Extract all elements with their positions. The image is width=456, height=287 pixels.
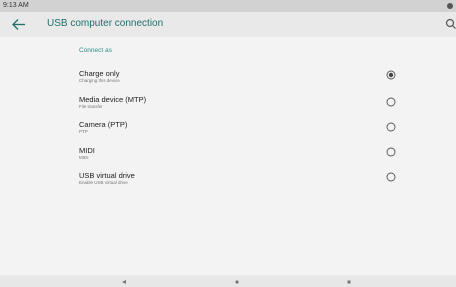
battery-icon — [447, 3, 453, 9]
option-charge-only[interactable]: Charge only Charging this device — [0, 67, 456, 91]
option-title: MIDI — [79, 146, 95, 155]
radio-unselected-icon[interactable] — [386, 147, 396, 157]
option-subtitle: Enable USB virtual drive — [79, 180, 128, 185]
option-midi[interactable]: MIDI MIDI — [0, 144, 456, 168]
status-bar: 9:13 AM — [0, 0, 456, 12]
radio-unselected-icon[interactable] — [386, 97, 396, 107]
screen: 9:13 AM USB computer connection Connect … — [0, 0, 456, 287]
option-title: Charge only — [79, 69, 120, 78]
arrow-left-icon — [12, 19, 25, 30]
radio-unselected-icon[interactable] — [386, 172, 396, 182]
home-circle-icon — [235, 280, 239, 284]
nav-recents-button[interactable] — [339, 275, 359, 287]
option-subtitle: File transfer — [79, 104, 103, 109]
status-time: 9:13 AM — [3, 2, 29, 9]
search-button[interactable] — [444, 17, 456, 31]
search-icon — [445, 18, 456, 29]
section-header: Connect as — [79, 47, 112, 54]
navigation-bar — [0, 275, 456, 287]
option-usb-virtual-drive[interactable]: USB virtual drive Enable USB virtual dri… — [0, 169, 456, 193]
radio-unselected-icon[interactable] — [386, 122, 396, 132]
option-subtitle: Charging this device — [79, 78, 120, 83]
option-title: Media device (MTP) — [79, 95, 147, 104]
back-button[interactable] — [10, 16, 28, 33]
option-title: Camera (PTP) — [79, 120, 128, 129]
back-triangle-icon — [122, 280, 126, 284]
option-subtitle: MIDI — [79, 155, 89, 160]
option-camera[interactable]: Camera (PTP) PTP — [0, 118, 456, 142]
nav-back-button[interactable] — [114, 275, 134, 287]
option-subtitle: PTP — [79, 129, 88, 134]
page-title: USB computer connection — [47, 18, 164, 29]
option-title: USB virtual drive — [79, 171, 135, 180]
nav-home-button[interactable] — [227, 275, 247, 287]
radio-selected-icon[interactable] — [386, 70, 396, 80]
option-media-device[interactable]: Media device (MTP) File transfer — [0, 93, 456, 117]
app-bar: USB computer connection — [0, 12, 456, 37]
recents-square-icon — [347, 280, 351, 284]
